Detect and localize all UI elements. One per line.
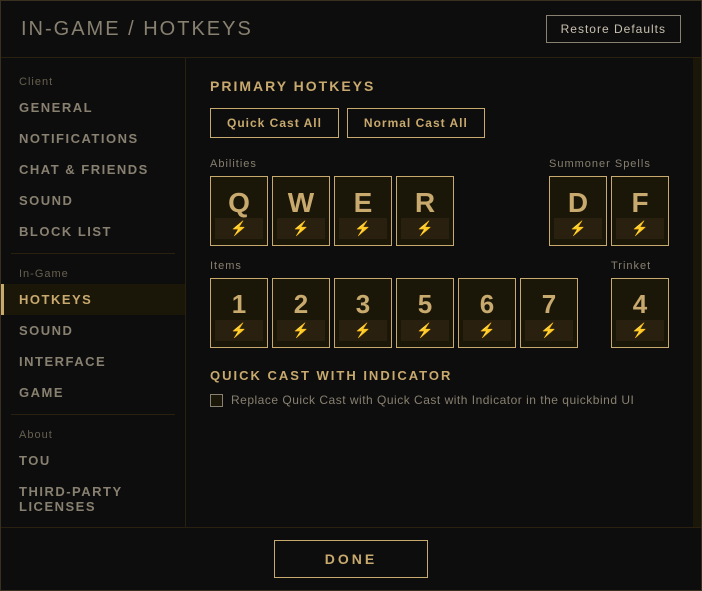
key-2-number: 2	[294, 291, 308, 317]
key-d-letter: D	[568, 189, 588, 217]
key-5-icon: ⚡	[401, 320, 449, 341]
sidebar-item-hotkeys[interactable]: HOTKEYS	[1, 284, 185, 315]
sidebar-item-sound-client[interactable]: SOUND	[1, 185, 185, 216]
header: IN-GAME / HOTKEYS Restore Defaults	[1, 1, 701, 58]
key-2[interactable]: 2 ⚡	[272, 278, 330, 348]
main-layout: Client GENERAL NOTIFICATIONS CHAT & FRIE…	[1, 58, 701, 527]
items-label: Items	[210, 260, 578, 272]
key-r-icon: ⚡	[401, 218, 449, 239]
trinket-group: Trinket 4 ⚡	[611, 260, 669, 348]
summoner-label: Summoner Spells	[549, 158, 669, 170]
sidebar-section-client: Client	[1, 68, 185, 92]
sidebar-item-general[interactable]: GENERAL	[1, 92, 185, 123]
key-r[interactable]: R ⚡	[396, 176, 454, 246]
key-3-number: 3	[356, 291, 370, 317]
key-1-icon: ⚡	[215, 320, 263, 341]
sidebar-item-game[interactable]: GAME	[1, 377, 185, 408]
key-3[interactable]: 3 ⚡	[334, 278, 392, 348]
qcwi-checkbox[interactable]	[210, 394, 223, 407]
key-e-icon: ⚡	[339, 218, 387, 239]
key-r-letter: R	[415, 189, 435, 217]
key-7-number: 7	[542, 291, 556, 317]
key-d-icon: ⚡	[554, 218, 602, 239]
sidebar-section-ingame: In-Game	[1, 260, 185, 284]
abilities-keys: Q ⚡ W ⚡ E ⚡ R	[210, 176, 454, 246]
sidebar: Client GENERAL NOTIFICATIONS CHAT & FRIE…	[1, 58, 186, 527]
done-button[interactable]: DONE	[274, 540, 428, 578]
key-q-letter: Q	[228, 189, 250, 217]
qcwi-title: QUICK CAST WITH INDICATOR	[210, 368, 669, 383]
items-group: Items 1 ⚡ 2 ⚡ 3	[210, 260, 578, 348]
qcwi-row: Replace Quick Cast with Quick Cast with …	[210, 393, 669, 407]
key-4-icon: ⚡	[616, 320, 664, 341]
key-w-letter: W	[288, 189, 314, 217]
sidebar-item-sound-ingame[interactable]: SOUND	[1, 315, 185, 346]
breadcrumb-separator: /	[121, 18, 144, 40]
key-f-letter: F	[631, 189, 648, 217]
sidebar-divider-2	[11, 414, 175, 415]
content-area: PRIMARY HOTKEYS Quick Cast All Normal Ca…	[186, 58, 693, 527]
sidebar-item-chat-friends[interactable]: CHAT & FRIENDS	[1, 154, 185, 185]
qcwi-section: QUICK CAST WITH INDICATOR Replace Quick …	[210, 368, 669, 407]
key-q-icon: ⚡	[215, 218, 263, 239]
sidebar-divider-1	[11, 253, 175, 254]
key-3-icon: ⚡	[339, 320, 387, 341]
key-7[interactable]: 7 ⚡	[520, 278, 578, 348]
page-title: IN-GAME / HOTKEYS	[21, 18, 253, 41]
key-1-number: 1	[232, 291, 246, 317]
breadcrumb-current: HOTKEYS	[143, 18, 253, 40]
key-5[interactable]: 5 ⚡	[396, 278, 454, 348]
quick-cast-all-button[interactable]: Quick Cast All	[210, 108, 339, 138]
key-1[interactable]: 1 ⚡	[210, 278, 268, 348]
qcwi-label: Replace Quick Cast with Quick Cast with …	[231, 393, 634, 407]
breadcrumb-prefix: IN-GAME	[21, 18, 121, 40]
sidebar-item-tou[interactable]: TOU	[1, 445, 185, 476]
normal-cast-all-button[interactable]: Normal Cast All	[347, 108, 485, 138]
abilities-row: Abilities Q ⚡ W ⚡ E	[210, 158, 669, 246]
key-d[interactable]: D ⚡	[549, 176, 607, 246]
key-6[interactable]: 6 ⚡	[458, 278, 516, 348]
summoner-group: Summoner Spells D ⚡ F ⚡	[549, 158, 669, 246]
summoner-keys: D ⚡ F ⚡	[549, 176, 669, 246]
abilities-label: Abilities	[210, 158, 454, 170]
cast-buttons-row: Quick Cast All Normal Cast All	[210, 108, 669, 138]
key-f-icon: ⚡	[616, 218, 664, 239]
sidebar-section-about: About	[1, 421, 185, 445]
key-4-number: 4	[633, 291, 647, 317]
sidebar-item-interface[interactable]: INTERFACE	[1, 346, 185, 377]
restore-defaults-button[interactable]: Restore Defaults	[546, 15, 681, 43]
trinket-keys: 4 ⚡	[611, 278, 669, 348]
abilities-group: Abilities Q ⚡ W ⚡ E	[210, 158, 454, 246]
scrollbar-track[interactable]	[693, 58, 701, 527]
key-e-letter: E	[354, 189, 373, 217]
key-6-icon: ⚡	[463, 320, 511, 341]
items-keys: 1 ⚡ 2 ⚡ 3 ⚡ 5	[210, 278, 578, 348]
key-q[interactable]: Q ⚡	[210, 176, 268, 246]
primary-hotkeys-title: PRIMARY HOTKEYS	[210, 78, 669, 94]
key-6-number: 6	[480, 291, 494, 317]
sidebar-item-notifications[interactable]: NOTIFICATIONS	[1, 123, 185, 154]
key-4[interactable]: 4 ⚡	[611, 278, 669, 348]
key-2-icon: ⚡	[277, 320, 325, 341]
key-7-icon: ⚡	[525, 320, 573, 341]
sidebar-item-third-party[interactable]: THIRD-PARTY LICENSES	[1, 476, 185, 522]
footer: DONE	[1, 527, 701, 590]
items-row: Items 1 ⚡ 2 ⚡ 3	[210, 260, 669, 348]
key-w-icon: ⚡	[277, 218, 325, 239]
trinket-label: Trinket	[611, 260, 669, 272]
key-5-number: 5	[418, 291, 432, 317]
sidebar-item-block-list[interactable]: BLOCK LIST	[1, 216, 185, 247]
key-w[interactable]: W ⚡	[272, 176, 330, 246]
key-e[interactable]: E ⚡	[334, 176, 392, 246]
key-f[interactable]: F ⚡	[611, 176, 669, 246]
